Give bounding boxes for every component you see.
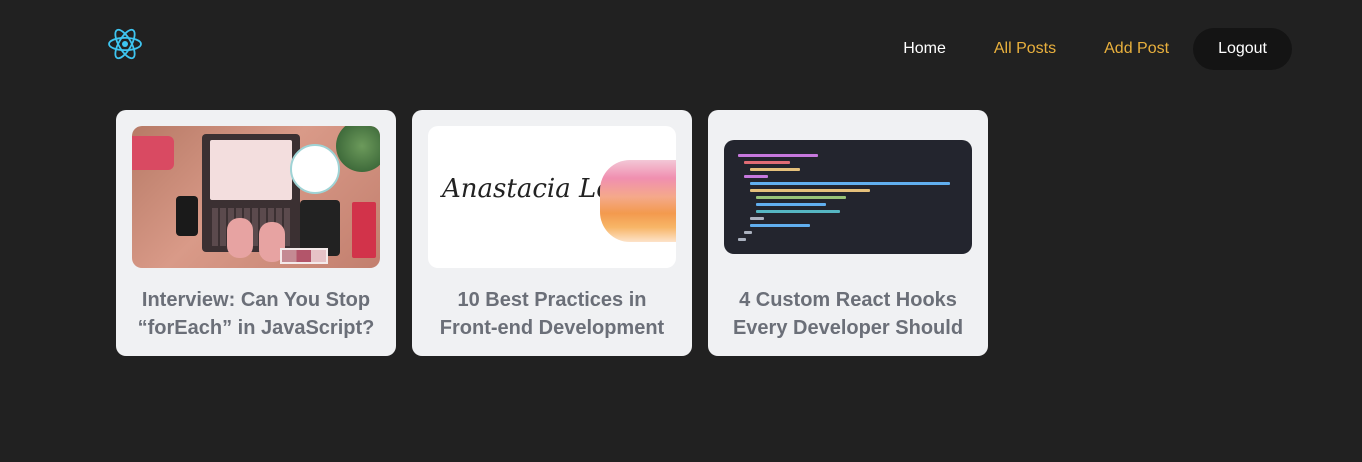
top-nav: Home All Posts Add Post Logout xyxy=(903,28,1292,70)
post-title[interactable]: 10 Best Practices in Front-end Developme… xyxy=(428,286,676,342)
nav-add-post-link[interactable]: Add Post xyxy=(1104,28,1169,70)
post-card[interactable]: Anastacia Louise 10 Best Practices in Fr… xyxy=(412,110,692,356)
nav-home-link[interactable]: Home xyxy=(903,28,946,70)
post-thumbnail: Anastacia Louise xyxy=(428,126,676,268)
post-card[interactable]: Interview: Can You Stop “forEach” in Jav… xyxy=(116,110,396,356)
post-card[interactable]: 4 Custom React Hooks Every Developer Sho… xyxy=(708,110,988,356)
post-title[interactable]: 4 Custom React Hooks Every Developer Sho… xyxy=(724,286,972,342)
logout-button[interactable]: Logout xyxy=(1193,28,1292,70)
post-grid: Interview: Can You Stop “forEach” in Jav… xyxy=(116,110,988,356)
post-thumbnail xyxy=(724,140,972,254)
react-logo-icon[interactable] xyxy=(107,26,143,62)
post-title[interactable]: Interview: Can You Stop “forEach” in Jav… xyxy=(132,286,380,342)
nav-all-posts-link[interactable]: All Posts xyxy=(994,28,1056,70)
post-thumbnail xyxy=(132,126,380,268)
